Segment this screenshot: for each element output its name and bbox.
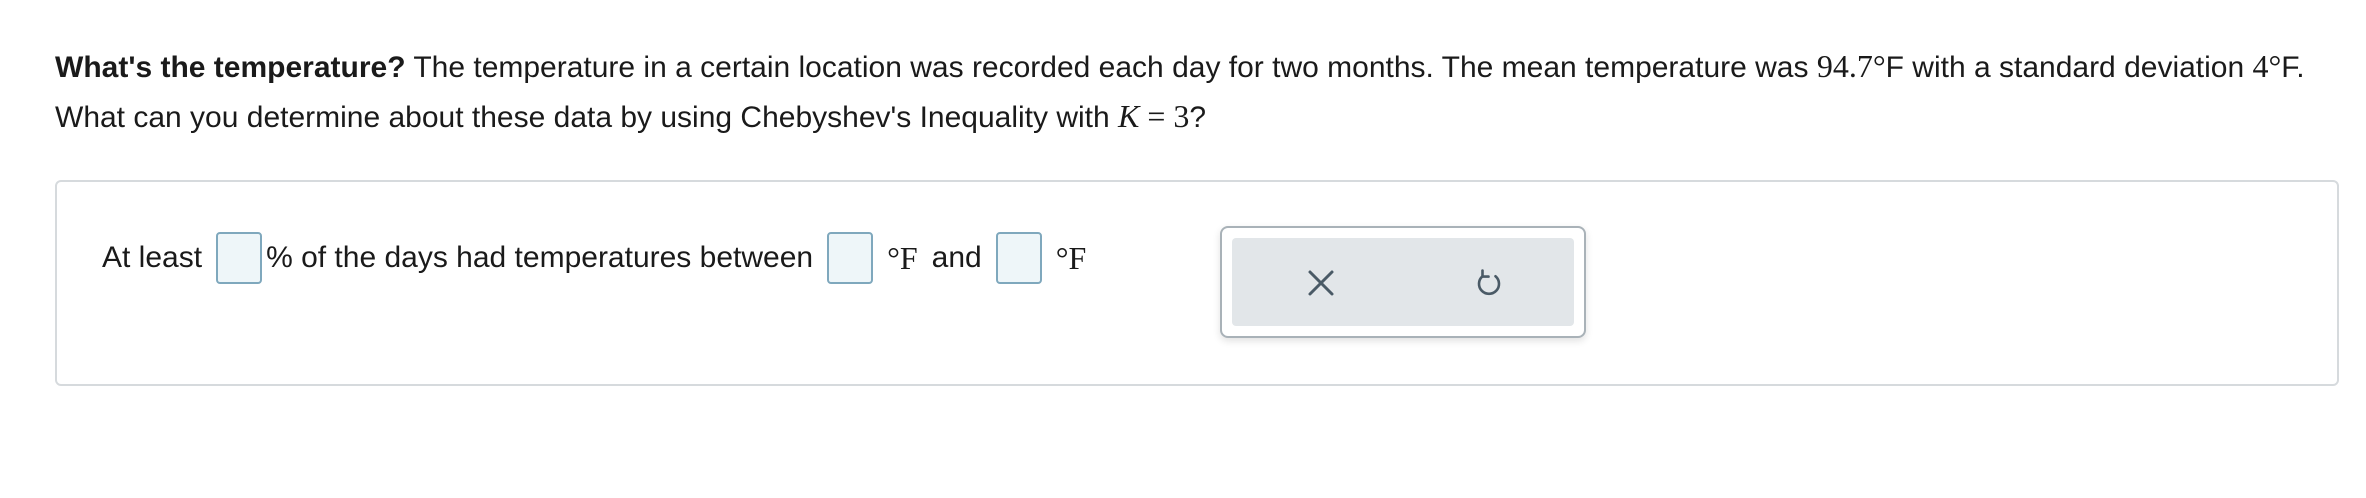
answer-tools-popover xyxy=(1220,226,1586,338)
percent-label: % of the days had temperatures between xyxy=(266,241,814,274)
unit-label-2: °F xyxy=(1055,239,1087,276)
close-icon xyxy=(1308,270,1334,296)
question-text-part-1: The temperature in a certain location wa… xyxy=(405,51,1817,84)
k-equals-value: = 3 xyxy=(1139,98,1190,134)
upper-temperature-input[interactable] xyxy=(995,232,1042,284)
answer-tools-bar xyxy=(1232,238,1574,326)
k-variable: K xyxy=(1118,98,1140,134)
lower-temperature-input[interactable] xyxy=(827,232,874,284)
percent-input[interactable] xyxy=(216,232,263,284)
standard-deviation-value: 4° xyxy=(2252,48,2282,84)
unit-label-1: °F xyxy=(887,239,918,276)
reset-button[interactable] xyxy=(1462,256,1516,310)
clear-button[interactable] xyxy=(1294,256,1348,310)
question-text-part-4: ? xyxy=(1189,101,1207,134)
answer-prefix: At least xyxy=(102,241,203,274)
undo-icon xyxy=(1477,269,1501,296)
and-label: and xyxy=(931,241,982,274)
answer-line: At least % of the days had temperatures … xyxy=(102,230,1086,286)
question-text-part-2: F with a standard deviation xyxy=(1885,51,2253,84)
answer-panel: At least % of the days had temperatures … xyxy=(55,180,2339,386)
question-text: What's the temperature? The temperature … xyxy=(55,42,2315,142)
question-title: What's the temperature? xyxy=(55,51,406,84)
mean-value: 94.7° xyxy=(1816,48,1886,84)
